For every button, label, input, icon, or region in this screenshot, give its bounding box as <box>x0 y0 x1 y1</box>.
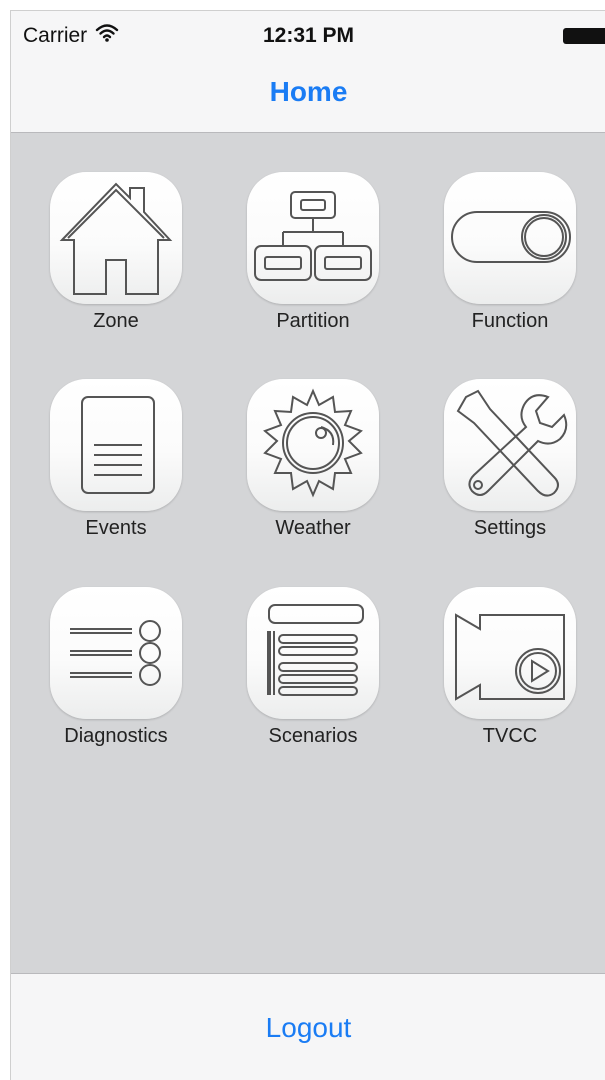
tile-label: Events <box>85 517 147 539</box>
tile-label: Scenarios <box>268 725 358 747</box>
diagnostics-list-icon <box>70 620 161 686</box>
tile-tvcc[interactable]: TVCC <box>425 587 595 777</box>
sun-icon <box>263 388 363 498</box>
video-camera-icon <box>455 613 565 701</box>
tile-scenarios[interactable]: Scenarios <box>228 587 398 777</box>
status-time: 12:31 PM <box>262 24 355 47</box>
tile-label: Zone <box>93 310 139 332</box>
tile-label: Settings <box>473 517 547 539</box>
scenarios-list-icon <box>267 604 364 696</box>
battery-icon <box>563 28 605 44</box>
bottom-bar: Logout <box>11 973 605 1080</box>
logout-button[interactable]: Logout <box>11 974 605 1080</box>
tile-partition[interactable]: Partition <box>228 172 398 362</box>
tile-weather[interactable]: Weather <box>228 379 398 569</box>
tile-zone[interactable]: Zone <box>31 172 201 362</box>
tile-settings[interactable]: Settings <box>425 379 595 569</box>
document-list-icon <box>81 396 155 494</box>
tile-label: Weather <box>275 517 351 539</box>
tile-events[interactable]: Events <box>31 379 201 569</box>
page-title: Home <box>269 76 348 107</box>
tile-label: Function <box>471 310 549 332</box>
tile-label: TVCC <box>482 725 538 747</box>
toggle-switch-icon <box>451 211 571 263</box>
wrench-screwdriver-icon <box>456 389 568 497</box>
tile-diagnostics[interactable]: Diagnostics <box>31 587 201 777</box>
partition-tree-icon <box>254 191 372 281</box>
tile-label: Partition <box>276 310 350 332</box>
house-icon <box>59 182 173 295</box>
top-bar: Carrier 12:31 PM Home <box>11 11 605 133</box>
tile-label: Diagnostics <box>64 725 168 747</box>
tile-function[interactable]: Function <box>425 172 595 362</box>
app-screen: Carrier 12:31 PM Home Zone Partition Fun… <box>10 10 605 1080</box>
